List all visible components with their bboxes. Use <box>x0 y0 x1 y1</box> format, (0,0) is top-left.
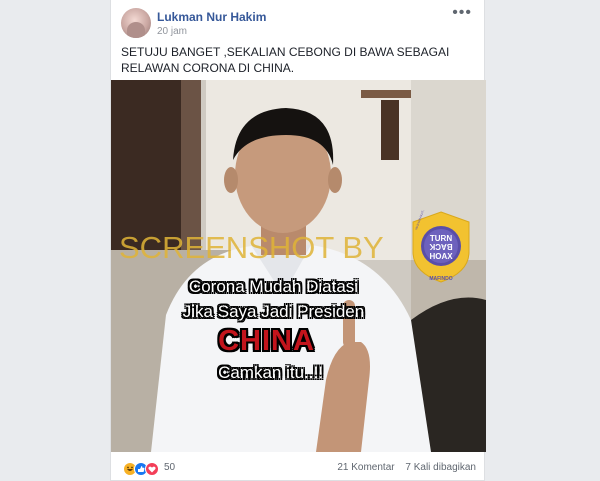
badge-line-1: TURN <box>430 234 452 243</box>
badge-bottom-text: MAFINDO <box>429 276 452 282</box>
meme-caption-china: CHINA <box>218 325 315 357</box>
post-stats: 21 Komentar 7 Kali dibagikan <box>329 462 476 473</box>
more-options-icon[interactable]: ••• <box>452 4 472 22</box>
author-name[interactable]: Lukman Nur Hakim <box>157 10 266 24</box>
turnbackhoax-badge-icon: TURN BACK HOAX MAFINDO MASYARAKAT ANTI F… <box>412 210 470 283</box>
badge-line-2: BACK <box>429 242 452 251</box>
comments-link[interactable]: 21 Komentar <box>337 462 394 473</box>
love-icon <box>145 462 159 476</box>
shares-link[interactable]: 7 Kali dibagikan <box>405 462 476 473</box>
post-photo[interactable]: SCREENSHOT BY Corona Mudah Diatasi Jika … <box>111 80 486 452</box>
watermark-text: SCREENSHOT BY <box>119 230 384 265</box>
reaction-count[interactable]: 50 <box>164 462 175 473</box>
badge-line-3: HOAX <box>429 252 453 261</box>
avatar[interactable] <box>121 8 151 38</box>
post-card: Lukman Nur Hakim 20 jam ••• SETUJU BANGE… <box>110 0 486 481</box>
meme-caption-line-2: Jika Saya Jadi Presiden <box>182 302 365 321</box>
meme-caption-line-4: Camkan itu..!! <box>218 363 323 382</box>
post-time[interactable]: 20 jam <box>157 26 187 37</box>
post-text: SETUJU BANGET ,SEKALIAN CEBONG DI BAWA S… <box>121 45 450 75</box>
post-footer: 50 21 Komentar 7 Kali dibagikan <box>111 455 486 479</box>
